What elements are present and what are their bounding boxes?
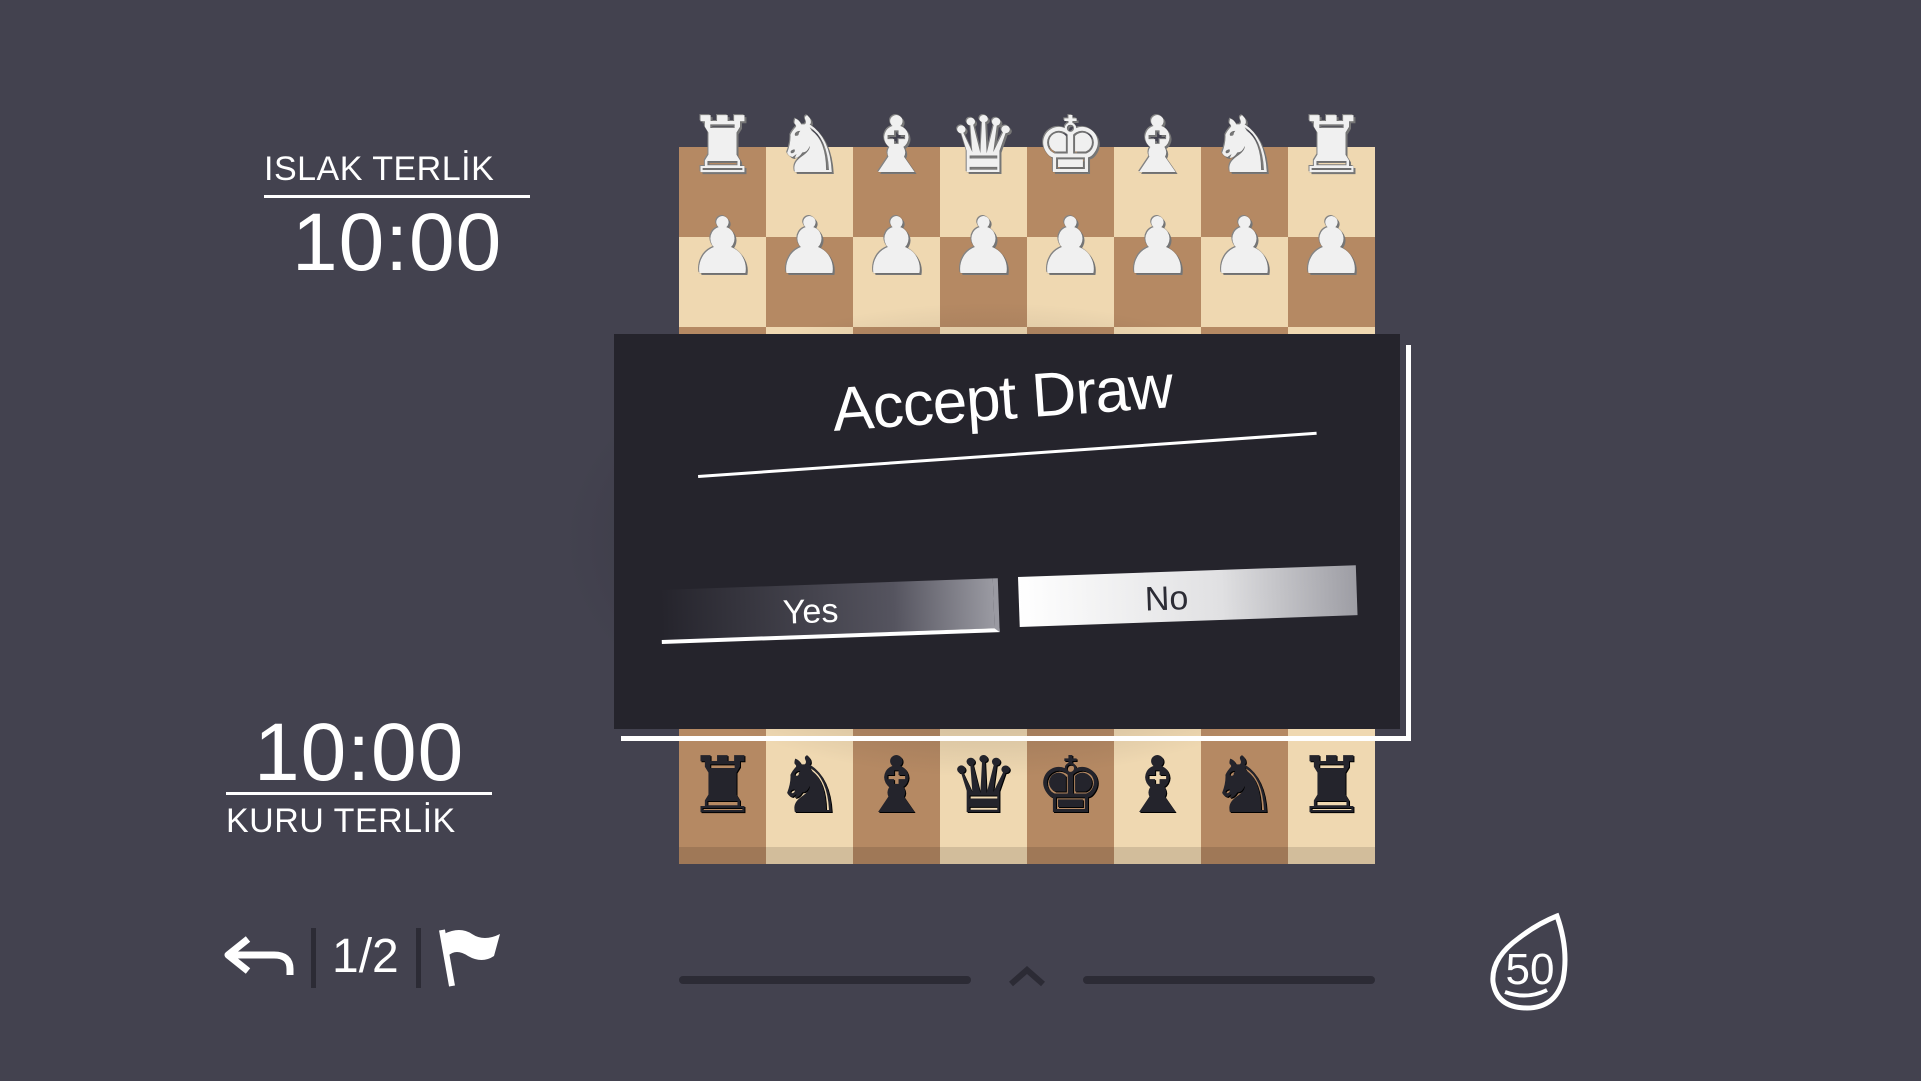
undo-arrow-icon[interactable]: [224, 935, 296, 979]
flag-icon[interactable]: [438, 926, 504, 988]
white-bishop-piece[interactable]: ♝: [1114, 95, 1201, 185]
bottom-player-clock: 10:00: [254, 707, 465, 798]
white-pawn-piece[interactable]: ♟: [1201, 196, 1288, 286]
controls-separator: [416, 928, 421, 988]
board-edge: [679, 847, 1375, 864]
top-player-clock: 10:00: [292, 197, 503, 288]
white-pawn-rank: ♟ ♟ ♟ ♟ ♟ ♟ ♟ ♟: [679, 196, 1375, 296]
drawer-bar-left: [679, 976, 971, 984]
no-button-label: No: [1144, 579, 1189, 619]
white-pawn-piece[interactable]: ♟: [679, 196, 766, 286]
white-pawn-piece[interactable]: ♟: [1027, 196, 1114, 286]
white-rook-piece[interactable]: ♜: [679, 95, 766, 185]
white-pawn-piece[interactable]: ♟: [853, 196, 940, 286]
white-knight-piece[interactable]: ♞: [766, 95, 853, 185]
top-player-name: ISLAK TERLİK: [264, 150, 495, 188]
white-back-rank: ♜ ♞ ♝ ♛ ♚ ♝ ♞ ♜: [679, 95, 1375, 205]
drawer-bar-right: [1083, 976, 1375, 984]
yes-button-label: Yes: [782, 591, 839, 632]
white-queen-piece[interactable]: ♛: [940, 95, 1027, 185]
bottom-player-name: KURU TERLİK: [226, 802, 456, 840]
white-rook-piece[interactable]: ♜: [1288, 95, 1375, 185]
bottom-player-divider: [226, 792, 492, 795]
white-king-piece[interactable]: ♚: [1027, 95, 1114, 185]
white-bishop-piece[interactable]: ♝: [853, 95, 940, 185]
controls-separator: [311, 928, 316, 988]
white-pawn-piece[interactable]: ♟: [1114, 196, 1201, 286]
white-pawn-piece[interactable]: ♟: [766, 196, 853, 286]
chevron-up-icon[interactable]: [1007, 962, 1047, 990]
white-knight-piece[interactable]: ♞: [1201, 95, 1288, 185]
draw-offer-button[interactable]: 1/2: [332, 929, 399, 984]
white-pawn-piece[interactable]: ♟: [1288, 196, 1375, 286]
white-pawn-piece[interactable]: ♟: [940, 196, 1027, 286]
seed-count: 50: [1505, 945, 1555, 994]
